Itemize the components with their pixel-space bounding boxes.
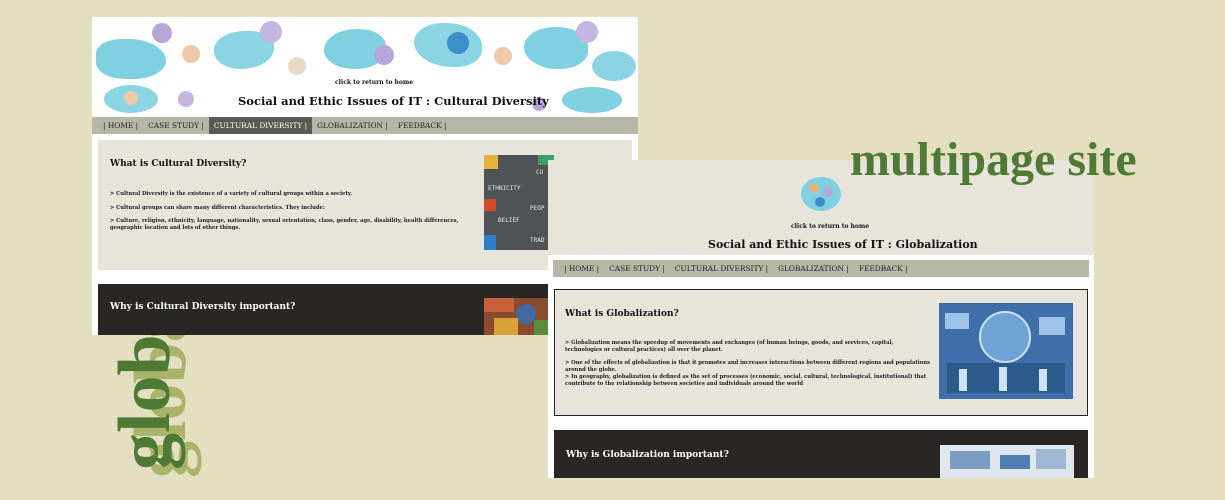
nav-cultural-diversity[interactable]: CULTURAL DIVERSITY | <box>670 260 773 277</box>
bullet-3: > In geography, globalization is defined… <box>565 374 927 388</box>
site-title: Social and Ethic Issues of IT : Globaliz… <box>708 238 978 251</box>
bullet-2: > Cultural groups can share many differe… <box>110 205 325 211</box>
nav-feedback[interactable]: FEEDBACK | <box>854 260 913 277</box>
bullet-1: > Globalization means the speedup of mov… <box>565 340 894 354</box>
globalization-image <box>939 303 1073 399</box>
nav-case-study[interactable]: CASE STUDY | <box>604 260 670 277</box>
cultural-diversity-image: ETHNICITY BELIEF CU PEOP TRAD <box>484 155 554 250</box>
headline: multipage site <box>850 133 1137 186</box>
bullet-3: > Culture, religion, ethnicity, language… <box>110 218 459 232</box>
site-title: Social and Ethic Issues of IT : Cultural… <box>238 94 549 108</box>
main-nav: | HOME | CASE STUDY | CULTURAL DIVERSITY… <box>92 117 638 134</box>
nav-home[interactable]: | HOME | <box>559 260 604 277</box>
section-what-is-globalization: What is Globalization? > Globalization m… <box>554 289 1088 416</box>
section-title: Why is Cultural Diversity important? <box>110 302 296 312</box>
bullet-1: > Cultural Diversity is the existence of… <box>110 191 353 197</box>
click-to-return-home-link[interactable]: click to return to home <box>335 79 413 86</box>
nav-case-study[interactable]: CASE STUDY | <box>143 117 209 134</box>
nav-globalization[interactable]: GLOBALIZATION | <box>312 117 393 134</box>
nav-feedback[interactable]: FEEDBACK | <box>393 117 452 134</box>
section-why-globalization: Why is Globalization important? <box>554 430 1088 478</box>
globe-people-icon <box>801 177 841 211</box>
globalization-photo <box>940 445 1074 478</box>
main-nav: | HOME | CASE STUDY | CULTURAL DIVERSITY… <box>553 260 1089 277</box>
screenshot-globalization: click to return to home Social and Ethic… <box>548 160 1094 478</box>
nav-home[interactable]: | HOME | <box>98 117 143 134</box>
nav-globalization[interactable]: GLOBALIZATION | <box>773 260 854 277</box>
nav-cultural-diversity[interactable]: CULTURAL DIVERSITY | <box>208 117 313 134</box>
click-to-return-home-link[interactable]: click to return to home <box>791 223 869 230</box>
section-title: What is Globalization? <box>565 309 679 319</box>
banner: click to return to home Social and Ethic… <box>92 17 638 117</box>
bullet-2: > One of the effects of globalization is… <box>565 360 930 374</box>
section-title: What is Cultural Diversity? <box>110 159 247 169</box>
cultural-diversity-photo <box>484 298 554 335</box>
section-title: Why is Globalization important? <box>566 450 729 460</box>
